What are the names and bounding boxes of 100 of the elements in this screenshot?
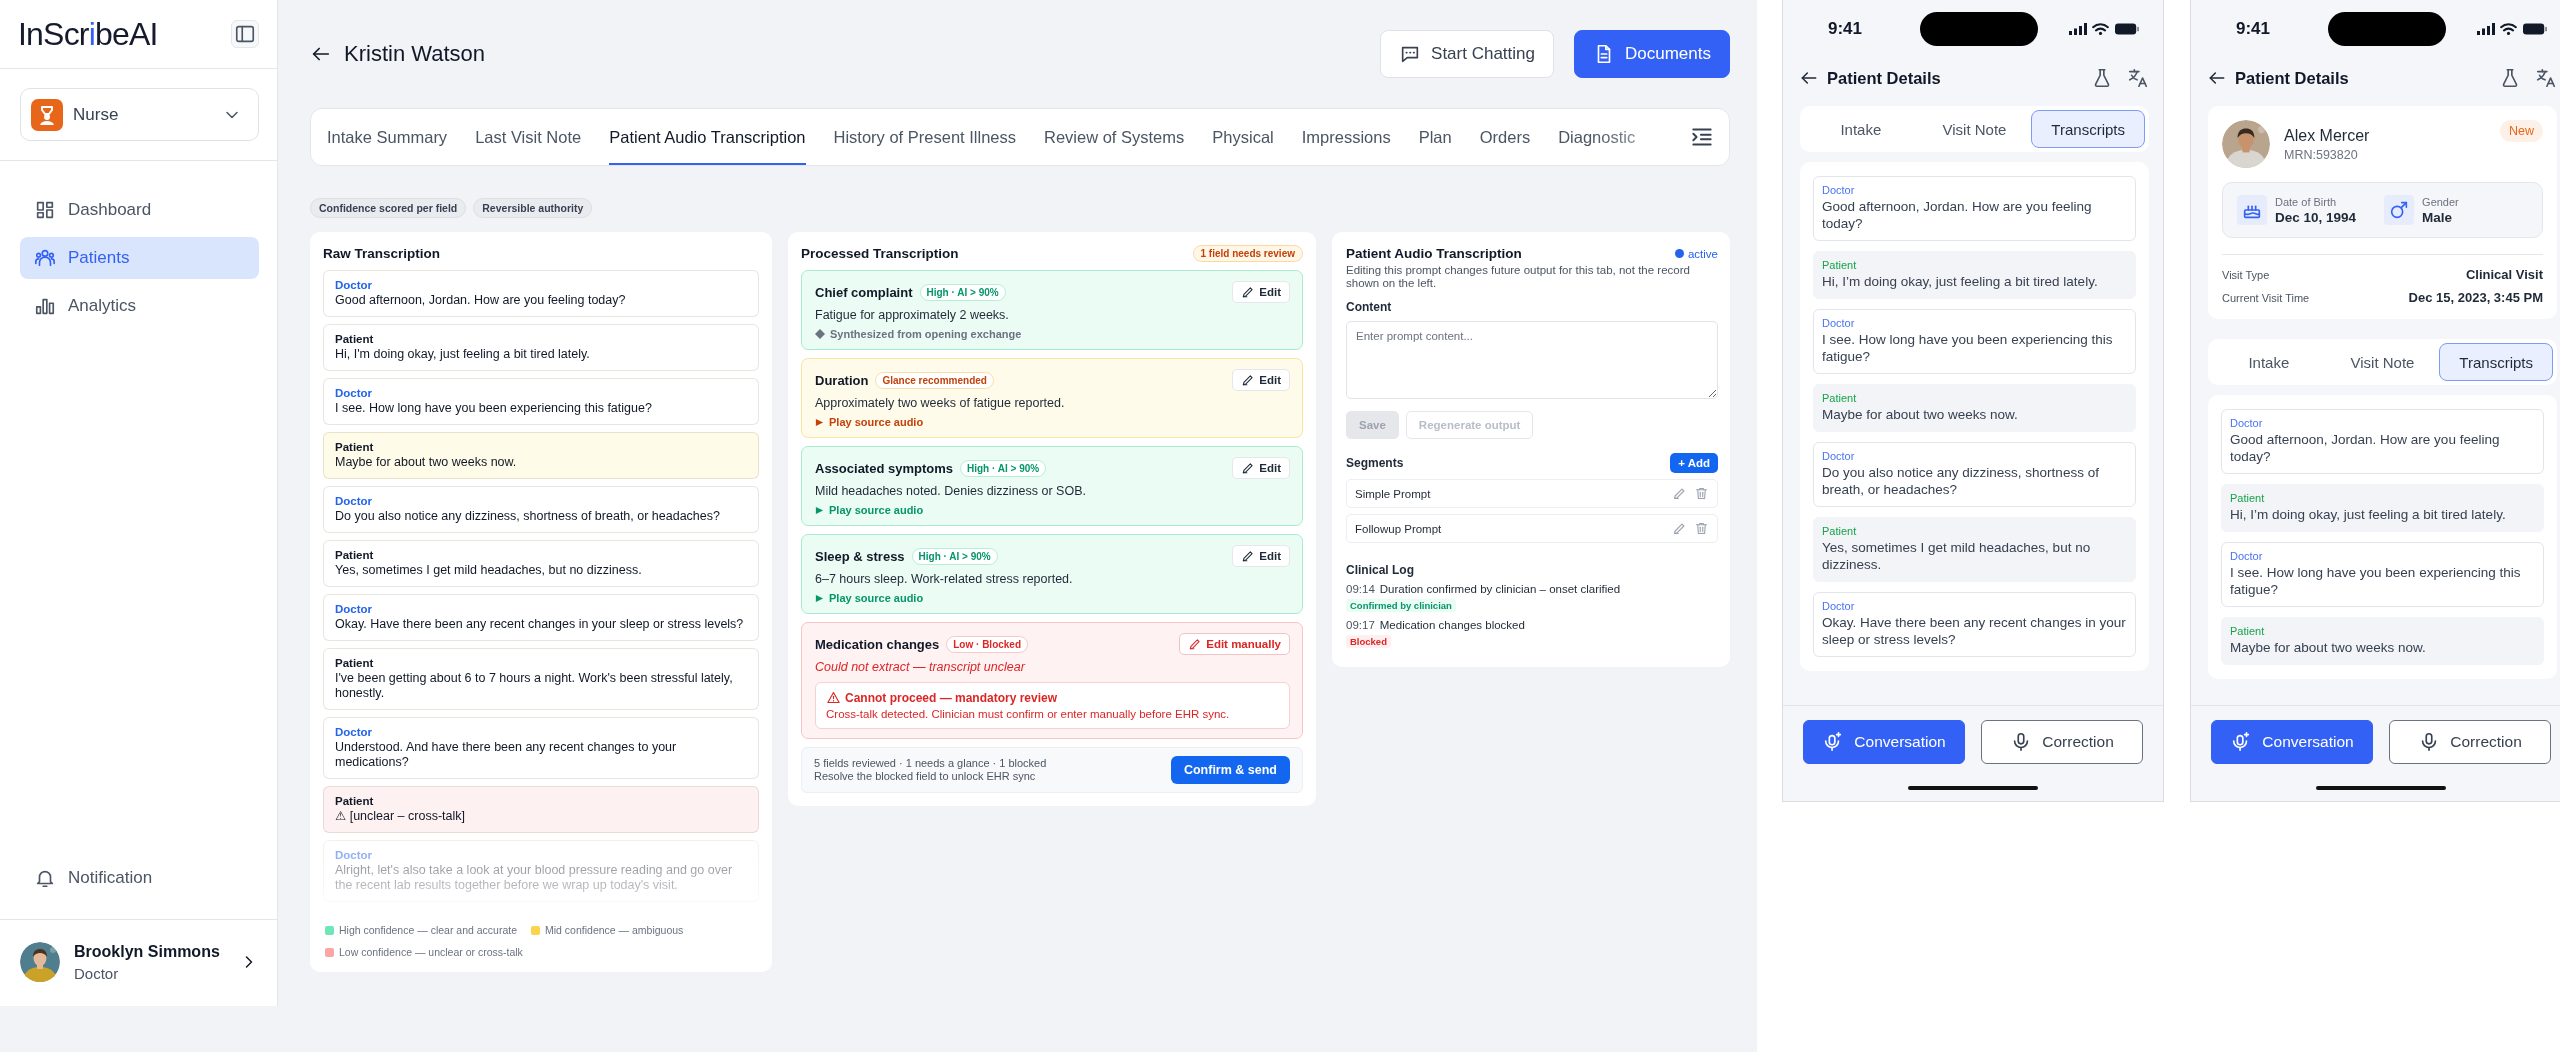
alert-title: Cannot proceed — mandatory review (845, 690, 1058, 705)
legend-label: Mid confidence — ambiguous (545, 924, 684, 936)
edit-button[interactable]: Edit (1232, 545, 1290, 567)
tab[interactable]: Intake (2212, 343, 2326, 381)
message-text: Maybe for about two weeks now. (1822, 406, 2019, 423)
tab[interactable]: Orders (1479, 109, 1531, 165)
edit-button[interactable]: Edit (1232, 281, 1290, 303)
source-note: Synthesized from opening exchange (830, 328, 1022, 340)
wifi-icon (2092, 23, 2109, 35)
info-value: Dec 10, 1994 (2275, 209, 2357, 225)
user-profile[interactable]: Brooklyn Simmons Doctor (0, 920, 277, 1006)
screen-title: Patient Details (2235, 68, 2349, 88)
nav-item[interactable]: Dashboard (20, 189, 259, 231)
edit-button[interactable]: Edit manually (1179, 633, 1290, 655)
tab[interactable]: Visit Note (1917, 110, 2032, 148)
status-dot-icon (1674, 249, 1684, 258)
alert-text: Cross-talk detected. Clinician must confirm or enter manually before EHR sync. (826, 708, 1231, 720)
nurse-icon (31, 98, 63, 131)
confirm-button[interactable]: Confirm & send (1170, 756, 1290, 784)
conversation-button[interactable]: Conversation (1803, 720, 1965, 764)
speaker-label: Doctor (335, 849, 374, 861)
speaker-label: Patient (335, 441, 375, 453)
tab[interactable]: Last Visit Note (475, 109, 582, 165)
notification-item[interactable]: Notification (20, 857, 259, 899)
edit-button[interactable]: Edit (1232, 457, 1290, 479)
field-value: Could not extract — transcript unclear (815, 660, 1027, 674)
section-label: Segments (1346, 456, 1404, 470)
speaker-label: Doctor (335, 387, 374, 399)
segment-name: Simple Prompt (1355, 487, 1431, 500)
confidence-tag: High · AI > 90% (960, 459, 1047, 477)
message-text: Good afternoon, Jordan. How are you feeling today? (2230, 431, 2501, 465)
log-text: Medication changes blocked (1379, 619, 1525, 631)
log-text: Duration confirmed by clinician – onset clarified (1379, 583, 1621, 595)
section-label: Clinical Log (1346, 563, 1415, 577)
cake-icon (2237, 195, 2267, 225)
nav-item[interactable]: Patients (20, 237, 259, 279)
info-value: Dec 15, 2023, 3:45 PM (2408, 290, 2543, 305)
play-audio-link[interactable]: Play source audio (815, 592, 1290, 604)
tab[interactable]: Visit Note (2325, 343, 2440, 381)
message-text: I see. How long have you been experiencing this fatigue? (335, 401, 653, 416)
field-value: Mild headaches noted. Denies dizziness or SOB. (815, 484, 1087, 498)
translate-icon[interactable] (2535, 67, 2557, 89)
tab[interactable]: Review of Systems (1044, 109, 1185, 165)
field-label: Sleep & stress (815, 548, 905, 564)
message-text: Maybe for about two weeks now. (2230, 639, 2427, 656)
sidebar-toggle-icon[interactable] (231, 20, 259, 48)
user-role: Doctor (74, 964, 120, 982)
speaker-label: Patient (335, 795, 375, 807)
tab[interactable]: Intake Summary (327, 109, 448, 165)
play-audio-link[interactable]: Play source audio (815, 416, 1290, 428)
tab[interactable]: Transcripts (2031, 110, 2145, 148)
log-time: 09:14 (1346, 583, 1375, 595)
speaker-label: Doctor (1822, 184, 1856, 196)
confidence-tag: High · AI > 90% (911, 547, 998, 565)
panel-title: Raw Transcription (323, 246, 442, 261)
speaker-label: Doctor (1822, 317, 1856, 329)
wifi-icon (2500, 23, 2517, 35)
tab[interactable]: Intake (1804, 110, 1918, 148)
male-icon (2384, 195, 2415, 225)
correction-button[interactable]: Correction (1981, 720, 2143, 764)
nav-item[interactable]: Analytics (20, 285, 259, 327)
status-label: active (1687, 247, 1718, 260)
pencil-icon (1241, 461, 1256, 475)
prompt-field[interactable]: Enter prompt content... (1346, 321, 1718, 399)
status-tag: Confirmed by clinician (1346, 599, 1456, 612)
speaker-label: Doctor (335, 603, 374, 615)
chat-button[interactable]: Start Chatting (1380, 30, 1554, 78)
message-text: I've been getting about 6 to 7 hours a night. Work's been stressful lately, honestly. (335, 671, 734, 701)
logo: InScribeAI (18, 15, 158, 53)
tab[interactable]: Patient Audio Transcription (609, 109, 806, 165)
translate-icon[interactable] (2127, 67, 2149, 89)
role-dropdown[interactable]: Nurse (20, 88, 259, 141)
section-label: Content (1346, 300, 1393, 314)
message-text: Good afternoon, Jordan. How are you feeling today? (335, 293, 627, 308)
conversation-button[interactable]: Conversation (2211, 720, 2373, 764)
tab[interactable]: Transcripts (2439, 343, 2553, 381)
tab[interactable]: History of Present Illness (833, 109, 1016, 165)
edit-button[interactable]: Edit (1232, 369, 1290, 391)
info-label: Gender (2422, 195, 2459, 208)
tab[interactable]: Diagnostic (1558, 109, 1636, 165)
correction-button[interactable]: Correction (2389, 720, 2551, 764)
tab[interactable]: Plan (1418, 109, 1452, 165)
message-text: Yes, sometimes I get mild headaches, but no dizziness. (335, 563, 643, 578)
user-name: Brooklyn Simmons (74, 942, 221, 961)
confidence-tag: Glance recommended (875, 371, 994, 389)
speaker-label: Patient (335, 657, 375, 669)
message-text: Okay. Have there been any recent changes in your sleep or stress levels? (1822, 614, 2127, 648)
message-text: Alright, let's also take a look at your blood pressure reading and go over the recent lab results together before we wrap up today's visit. (335, 863, 734, 893)
field-label: Medication changes (815, 636, 940, 652)
tab[interactable]: Impressions (1301, 109, 1391, 165)
panel-title: Processed Transcription (801, 246, 959, 261)
speaker-label: Doctor (1822, 450, 1856, 462)
speaker-label: Doctor (1822, 600, 1856, 612)
documents-button[interactable]: Documents (1574, 30, 1730, 78)
add-button[interactable]: + Add (1670, 453, 1718, 473)
status-time: 9:41 (1828, 19, 1864, 39)
message-text: Hi, I’m doing okay, just feeling a bit tired lately. (2230, 506, 2507, 523)
info-value: Clinical Visit (2465, 267, 2543, 282)
play-audio-link[interactable]: Play source audio (815, 504, 1290, 516)
tab[interactable]: Physical (1212, 109, 1274, 165)
